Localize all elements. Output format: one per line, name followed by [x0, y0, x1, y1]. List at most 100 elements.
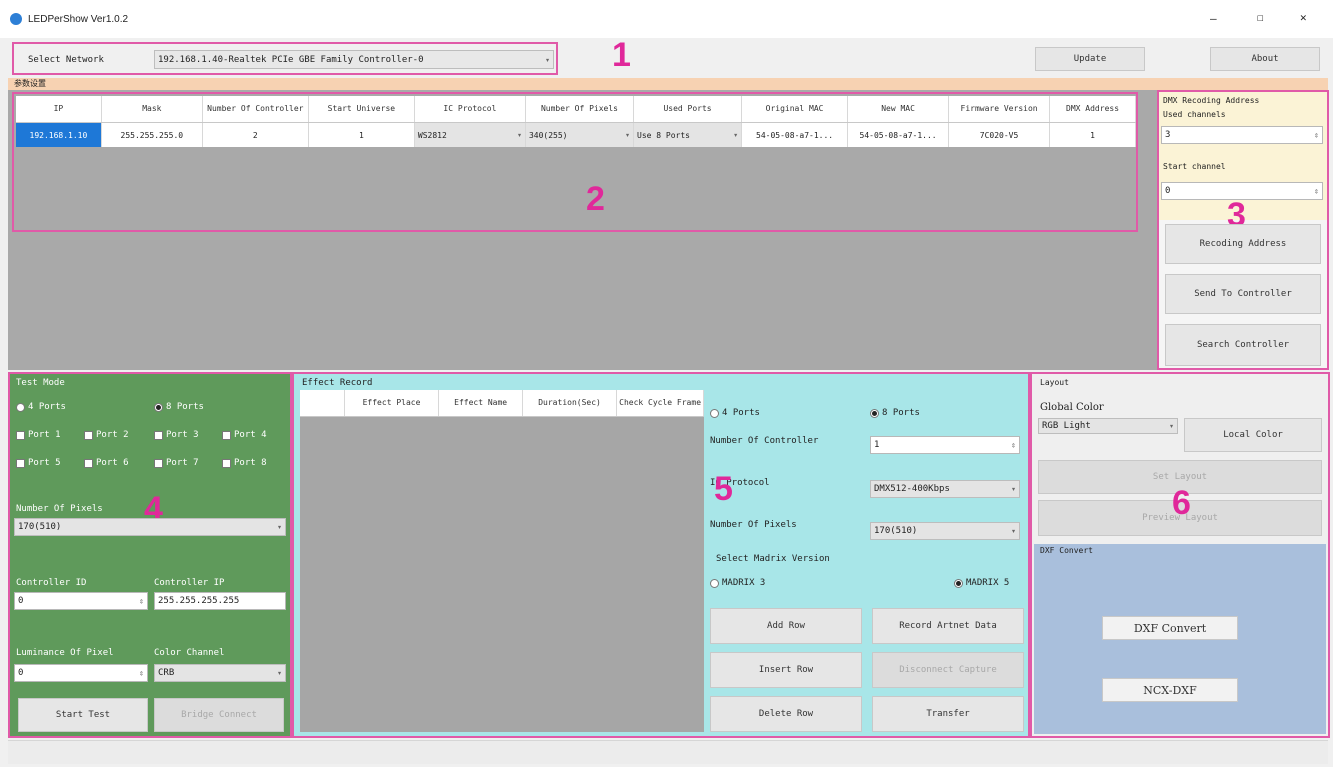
cell-start-universe[interactable]: 1 [308, 122, 415, 147]
bridge-connect-button[interactable]: Bridge Connect [154, 698, 284, 732]
column-header: IC Protocol [414, 96, 526, 123]
start-channel-label: Start channel [1163, 162, 1226, 171]
about-button[interactable]: About [1210, 47, 1320, 71]
column-header: Check Cycle Frame [616, 390, 704, 417]
effect-pixels-select[interactable]: 170(510) ▾ [870, 522, 1020, 540]
network-select[interactable]: 192.168.1.40-Realtek PCIe GBE Family Con… [154, 50, 554, 69]
controller-table-box: IP Mask Number Of Controller Start Unive… [12, 92, 1138, 232]
controller-ip-input[interactable]: 255.255.255.255 [154, 592, 286, 610]
cell-used-ports[interactable]: Use 8 Ports ▾ [633, 122, 743, 147]
start-test-button[interactable]: Start Test [18, 698, 148, 732]
recoding-address-button[interactable]: Recoding Address [1165, 224, 1321, 264]
effect-record-title: Effect Record [302, 378, 373, 388]
cell-mask[interactable]: 255.255.255.0 [101, 122, 203, 147]
app-icon [10, 13, 22, 25]
luminance-input[interactable]: 0 ⇕ [14, 664, 148, 682]
port-4-checkbox[interactable]: Port 4 [222, 430, 267, 440]
table-row[interactable]: 192.168.1.10 255.255.255.0 2 1 WS2812 ▾ 3… [16, 122, 1136, 147]
record-artnet-button[interactable]: Record Artnet Data [872, 608, 1024, 644]
spinner-icon[interactable]: ⇕ [1314, 131, 1319, 140]
cell-ip[interactable]: 192.168.1.10 [16, 122, 102, 147]
effect-4-ports-radio[interactable]: 4 Ports [710, 408, 760, 418]
minimize-button[interactable]: — [1210, 12, 1217, 25]
insert-row-button[interactable]: Insert Row [710, 652, 862, 688]
port-8-checkbox[interactable]: Port 8 [222, 458, 267, 468]
madrix-3-radio[interactable]: MADRIX 3 [710, 578, 765, 588]
controller-id-input[interactable]: 0 ⇕ [14, 592, 148, 610]
spinner-icon[interactable]: ⇕ [139, 597, 144, 606]
port-1-checkbox[interactable]: Port 1 [16, 430, 61, 440]
chevron-down-icon: ▾ [277, 522, 282, 532]
cell-firmware[interactable]: 7C020-V5 [948, 122, 1051, 147]
madrix-5-radio[interactable]: MADRIX 5 [954, 578, 1009, 588]
ncx-dxf-button[interactable]: NCX-DXF [1102, 678, 1238, 702]
disconnect-capture-button[interactable]: Disconnect Capture [872, 652, 1024, 688]
port-6-checkbox[interactable]: Port 6 [84, 458, 129, 468]
dmx-panel-title: DMX Recoding Address [1163, 96, 1260, 105]
effect-8-ports-radio[interactable]: 8 Ports [870, 408, 920, 418]
layout-panel: Layout Global Color RGB Light ▾ Local Col… [1030, 372, 1330, 738]
column-header: Number Of Pixels [525, 96, 635, 123]
test-mode-panel: Test Mode 4 Ports 8 Ports Port 1 Port 2 … [8, 372, 292, 738]
color-channel-label: Color Channel [154, 648, 225, 658]
column-header: Duration(Sec) [522, 390, 618, 417]
cell-new-mac[interactable]: 54-05-08-a7-1... [847, 122, 950, 147]
test-8-ports-radio[interactable]: 8 Ports [154, 402, 204, 412]
layout-title: Layout [1040, 378, 1069, 387]
annotation-5: 5 [714, 470, 733, 508]
network-select-group: Select Network 192.168.1.40-Realtek PCIe… [12, 42, 558, 75]
effect-record-panel: Effect Record Effect Place Effect Name D… [292, 372, 1030, 738]
section-strip: 参数设置 [8, 78, 1328, 90]
ic-protocol-select[interactable]: DMX512-400Kbps ▾ [870, 480, 1020, 498]
cell-original-mac[interactable]: 54-05-08-a7-1... [741, 122, 849, 147]
cell-dmx-address[interactable]: 1 [1049, 122, 1136, 147]
section-title: 参数设置 [14, 79, 46, 88]
chevron-down-icon: ▾ [733, 130, 739, 140]
column-header: IP [16, 96, 102, 123]
column-header: Original MAC [741, 96, 849, 123]
effect-table-header: Effect Place Effect Name Duration(Sec) C… [300, 390, 704, 417]
local-color-button[interactable]: Local Color [1184, 418, 1322, 452]
port-7-checkbox[interactable]: Port 7 [154, 458, 199, 468]
chevron-down-icon: ▾ [625, 130, 630, 140]
spinner-icon[interactable]: ⇕ [1314, 187, 1319, 196]
dxf-convert-button[interactable]: DXF Convert [1102, 616, 1238, 640]
global-color-label: Global Color [1040, 402, 1104, 413]
cell-ic-protocol[interactable]: WS2812 ▾ [414, 122, 526, 147]
chevron-down-icon: ▾ [1169, 421, 1174, 431]
close-button[interactable]: ✕ [1300, 11, 1307, 24]
annotation-2: 2 [586, 180, 605, 218]
test-4-ports-radio[interactable]: 4 Ports [16, 402, 66, 412]
dxf-section-title: DXF Convert [1040, 546, 1093, 555]
search-controller-button[interactable]: Search Controller [1165, 324, 1321, 366]
maximize-button[interactable]: ☐ [1257, 11, 1264, 24]
column-header: Used Ports [633, 96, 743, 123]
used-channels-input[interactable]: 3 ⇕ [1161, 126, 1323, 144]
controller-count-input[interactable]: 1 ⇕ [870, 436, 1020, 454]
column-header: Effect Name [438, 390, 523, 417]
test-pixels-select[interactable]: 170(510) ▾ [14, 518, 286, 536]
add-row-button[interactable]: Add Row [710, 608, 862, 644]
column-header: Mask [101, 96, 203, 123]
cell-controller-count[interactable]: 2 [202, 122, 309, 147]
send-to-controller-button[interactable]: Send To Controller [1165, 274, 1321, 314]
chevron-down-icon: ▾ [545, 55, 550, 64]
update-button[interactable]: Update [1035, 47, 1145, 71]
controller-count-label: Number Of Controller [710, 436, 819, 446]
spinner-icon[interactable]: ⇕ [139, 669, 144, 678]
spinner-icon[interactable]: ⇕ [1011, 441, 1016, 450]
global-color-select[interactable]: RGB Light ▾ [1038, 418, 1178, 434]
annotation-6: 6 [1172, 484, 1191, 522]
port-3-checkbox[interactable]: Port 3 [154, 430, 199, 440]
port-2-checkbox[interactable]: Port 2 [84, 430, 129, 440]
effect-table: Effect Place Effect Name Duration(Sec) C… [300, 390, 704, 732]
delete-row-button[interactable]: Delete Row [710, 696, 862, 732]
port-5-checkbox[interactable]: Port 5 [16, 458, 61, 468]
controller-ip-label: Controller IP [154, 578, 225, 588]
chevron-down-icon: ▾ [1011, 484, 1016, 494]
color-channel-select[interactable]: CRB ▾ [154, 664, 286, 682]
transfer-button[interactable]: Transfer [872, 696, 1024, 732]
column-header: Effect Place [344, 390, 440, 417]
used-channels-label: Used channels [1163, 110, 1226, 119]
cell-pixels[interactable]: 340(255) ▾ [525, 122, 635, 147]
